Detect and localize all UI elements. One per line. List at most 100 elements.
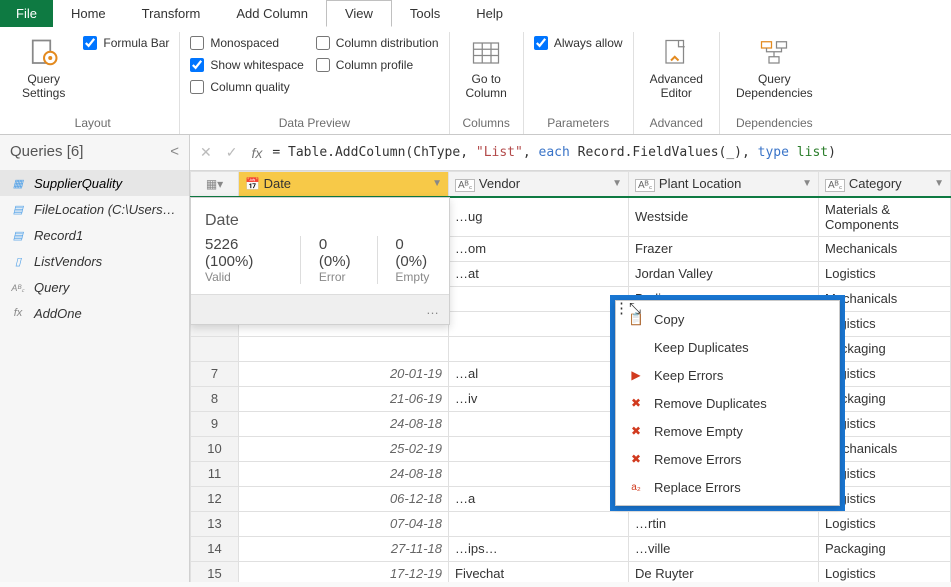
collapse-panel-icon[interactable]: < [170,143,179,160]
cell-vendor[interactable]: …ips… [449,536,629,561]
column-profile-check[interactable]: Column profile [316,58,439,72]
col-header-category[interactable]: Aᴮ꜀ Category▼ [819,172,951,197]
query-item-supplierquality[interactable]: ▦ SupplierQuality [0,170,189,196]
row-number[interactable]: 10 [191,436,239,461]
column-distribution-check[interactable]: Column distribution [316,36,439,50]
advanced-editor-button[interactable]: Advanced Editor [644,32,709,104]
cell-category[interactable]: Logistics [819,561,951,582]
tab-file[interactable]: File [0,0,53,27]
cell-date[interactable]: 17-12-19 [239,561,449,582]
query-item-filelocation[interactable]: ▤ FileLocation (C:\Users… [0,196,189,222]
monospaced-check[interactable]: Monospaced [190,36,303,50]
cell-date[interactable]: 25-02-19 [239,436,449,461]
rem-empty-icon: ✖ [628,423,644,439]
cell-vendor[interactable] [449,511,629,536]
cell-vendor[interactable] [449,311,629,336]
cell-plant[interactable]: Frazer [629,236,819,261]
col-header-plant[interactable]: Aᴮ꜀ Plant Location▼ [629,172,819,197]
tab-home[interactable]: Home [53,0,124,27]
row-number[interactable]: 11 [191,461,239,486]
tab-transform[interactable]: Transform [124,0,219,27]
chevron-down-icon[interactable]: ▼ [432,178,442,189]
ctx-keep-duplicates[interactable]: Keep Duplicates [616,333,839,361]
cell-category[interactable]: Mechanicals [819,236,951,261]
cell-date[interactable]: 06-12-18 [239,486,449,511]
cell-plant[interactable]: …rtin [629,511,819,536]
formula-bar-check[interactable]: Formula Bar [83,36,169,50]
cell-vendor[interactable]: …al [449,361,629,386]
cell-category[interactable]: Packaging [819,536,951,561]
ctx-remove-errors[interactable]: ✖Remove Errors [616,445,839,473]
table-row[interactable]: 1307-04-18 …rtinLogistics [191,511,951,536]
show-whitespace-check[interactable]: Show whitespace [190,58,303,72]
col-header-date[interactable]: 📅 Date▼ [239,172,449,197]
row-number[interactable]: 12 [191,486,239,511]
cell-vendor[interactable] [449,336,629,361]
cell-category[interactable]: Logistics [819,261,951,286]
tab-view[interactable]: View [326,0,392,27]
tab-add-column[interactable]: Add Column [218,0,326,27]
ctx-copy[interactable]: 📋Copy [616,305,839,333]
cell-vendor[interactable]: …a [449,486,629,511]
table-query-icon: ▦ [10,175,26,191]
ctx-keep-errors[interactable]: ▶Keep Errors [616,361,839,389]
tab-help[interactable]: Help [458,0,521,27]
cell-category[interactable]: Materials & Components [819,197,951,237]
col-header-vendor[interactable]: Aᴮ꜀ Vendor▼ [449,172,629,197]
row-number[interactable]: 14 [191,536,239,561]
row-number[interactable]: 7 [191,361,239,386]
row-number[interactable]: 13 [191,511,239,536]
formula-accept-icon[interactable]: ✓ [226,144,242,161]
ctx-replace-errors[interactable]: a₂Replace Errors [616,473,839,501]
cell-vendor[interactable] [449,286,629,311]
cell-date[interactable]: 20-01-19 [239,361,449,386]
fx-icon[interactable]: fx [251,145,262,161]
cell-vendor[interactable] [449,436,629,461]
cell-vendor[interactable]: …om [449,236,629,261]
ctx-remove-duplicates[interactable]: ✖Remove Duplicates [616,389,839,417]
cell-date[interactable]: 07-04-18 [239,511,449,536]
stats-more-button[interactable]: … [191,294,449,324]
row-number[interactable]: 9 [191,411,239,436]
formula-text[interactable]: = Table.AddColumn(ChType, "List", each R… [272,145,836,160]
cell-vendor[interactable]: Fivechat [449,561,629,582]
row-number[interactable]: 8 [191,386,239,411]
table-row[interactable]: 1427-11-18…ips……villePackaging [191,536,951,561]
cell-plant[interactable]: Jordan Valley [629,261,819,286]
cell-date[interactable]: 27-11-18 [239,536,449,561]
cell-vendor[interactable] [449,461,629,486]
cell-date[interactable]: 21-06-19 [239,386,449,411]
row-number[interactable]: 15 [191,561,239,582]
cell-plant[interactable]: Westside [629,197,819,237]
row-number[interactable] [191,336,239,361]
cell-vendor[interactable]: …ug [449,197,629,237]
cell-vendor[interactable] [449,411,629,436]
cell-date[interactable]: 24-08-18 [239,461,449,486]
rownum-header[interactable]: ▦▾ [191,172,239,197]
cell-vendor[interactable]: …iv [449,386,629,411]
cell-plant[interactable]: De Ruyter [629,561,819,582]
query-item-listvendors[interactable]: ▯ ListVendors [0,248,189,274]
cell-plant[interactable]: …ville [629,536,819,561]
group-label-dependencies: Dependencies [730,114,819,134]
tab-tools[interactable]: Tools [392,0,458,27]
query-dependencies-button[interactable]: Query Dependencies [730,32,819,104]
chevron-down-icon[interactable]: ▼ [934,178,944,189]
cursor-icon: ⋮⤡ [614,299,641,317]
chevron-down-icon[interactable]: ▼ [802,178,812,189]
query-settings-button[interactable]: Query Settings [16,32,71,104]
query-item-query[interactable]: Aᴮ꜀ Query [0,274,189,300]
column-quality-check[interactable]: Column quality [190,80,303,94]
cell-category[interactable]: Logistics [819,511,951,536]
formula-cancel-icon[interactable]: ✕ [200,144,216,161]
cell-date[interactable]: 24-08-18 [239,411,449,436]
table-row[interactable]: 1517-12-19FivechatDe RuyterLogistics [191,561,951,582]
cell-vendor[interactable]: …at [449,261,629,286]
cell-date[interactable] [239,336,449,361]
always-allow-check[interactable]: Always allow [534,36,623,50]
ctx-remove-empty[interactable]: ✖Remove Empty [616,417,839,445]
chevron-down-icon[interactable]: ▼ [612,178,622,189]
query-item-addone[interactable]: fx AddOne [0,300,189,326]
goto-column-button[interactable]: Go to Column [460,32,513,104]
query-item-record1[interactable]: ▤ Record1 [0,222,189,248]
